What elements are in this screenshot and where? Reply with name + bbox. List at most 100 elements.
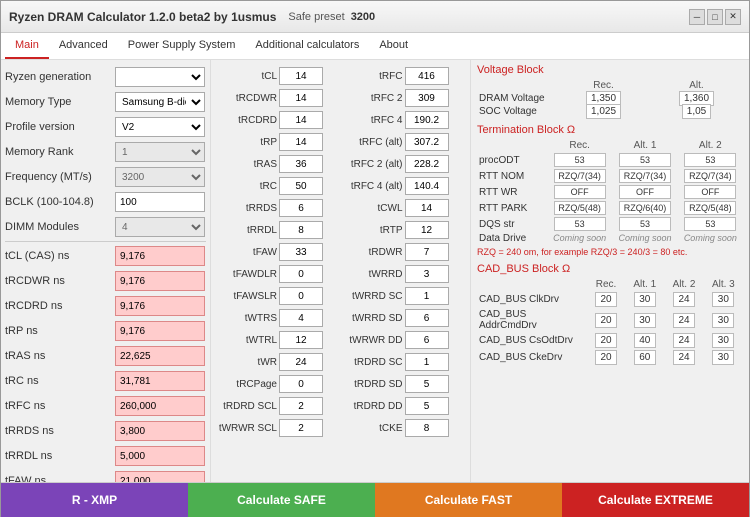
- timing-trcdrd: tRCDRD: [215, 110, 341, 130]
- ryzen-gen-select[interactable]: [115, 67, 205, 87]
- tab-about[interactable]: About: [369, 33, 418, 59]
- soc-volt-rec: 1,025: [586, 104, 621, 119]
- trfc4-alt-timing-input[interactable]: [405, 177, 449, 195]
- trfc2-timing-input[interactable]: [405, 89, 449, 107]
- timing-tcke: tCKE: [341, 418, 467, 438]
- dqs-str-row: DQS str 53 53 53: [477, 216, 743, 232]
- right-panel: Voltage Block Rec. Alt. DRAM Voltage 1,3…: [471, 60, 749, 482]
- twrwr-dd-timing-input[interactable]: [405, 331, 449, 349]
- trcdwr-input[interactable]: [115, 271, 205, 291]
- cad-header-alt3: Alt. 3: [704, 278, 743, 291]
- memory-rank-row: Memory Rank 1: [5, 141, 206, 163]
- trfc-timing-input[interactable]: [405, 67, 449, 85]
- bclk-label: BCLK (100-104.8): [5, 196, 115, 208]
- cad-clkdrv-alt3: 30: [712, 292, 734, 307]
- trdrd-scl-timing-input[interactable]: [279, 397, 323, 415]
- trcdrd-timing-input[interactable]: [279, 111, 323, 129]
- trfc-label: tRFC ns: [5, 400, 115, 412]
- profile-version-select[interactable]: V2: [115, 117, 205, 137]
- trc-timing-input[interactable]: [279, 177, 323, 195]
- voltage-table: Rec. Alt. DRAM Voltage 1,350 1,360 SOC V…: [477, 79, 743, 118]
- rxmp-button[interactable]: R - XMP: [1, 483, 188, 517]
- tras-input[interactable]: [115, 346, 205, 366]
- title-controls: ─ □ ✕: [689, 9, 741, 25]
- tcl-timing-input[interactable]: [279, 67, 323, 85]
- timing-trfc4: tRFC 4: [341, 110, 467, 130]
- tcke-timing-input[interactable]: [405, 419, 449, 437]
- procodt-row: procODT 53 53 53: [477, 152, 743, 168]
- trrdl-input[interactable]: [115, 446, 205, 466]
- trcpage-timing-input[interactable]: [279, 375, 323, 393]
- tcl-input[interactable]: [115, 246, 205, 266]
- tab-advanced[interactable]: Advanced: [49, 33, 118, 59]
- cad-csodt-row: CAD_BUS CsOdtDrv 20 40 24 30: [477, 332, 743, 349]
- trrdl-timing-input[interactable]: [279, 221, 323, 239]
- soc-voltage-label: SOC Voltage: [477, 105, 557, 118]
- trrds-timing-input[interactable]: [279, 199, 323, 217]
- tfaw-input[interactable]: [115, 471, 205, 482]
- data-drive-row: Data Drive Coming soon Coming soon Comin…: [477, 232, 743, 245]
- frequency-select[interactable]: 3200: [115, 167, 205, 187]
- trp-timing-input[interactable]: [279, 133, 323, 151]
- calculate-extreme-button[interactable]: Calculate EXTREME: [562, 483, 749, 517]
- tab-additional[interactable]: Additional calculators: [245, 33, 369, 59]
- ryzen-gen-label: Ryzen generation: [5, 71, 115, 83]
- calculate-safe-button[interactable]: Calculate SAFE: [188, 483, 375, 517]
- trfc-alt-timing-input[interactable]: [405, 133, 449, 151]
- bclk-input[interactable]: [115, 192, 205, 212]
- trdrd-sd-timing-input[interactable]: [405, 375, 449, 393]
- timing-tcl: tCL: [215, 66, 341, 86]
- maximize-button[interactable]: □: [707, 9, 723, 25]
- cad-csodt-alt1: 40: [634, 333, 656, 348]
- memory-type-select[interactable]: Samsung B-die: [115, 92, 205, 112]
- tras-label: tRAS ns: [5, 350, 115, 362]
- memory-rank-select[interactable]: 1: [115, 142, 205, 162]
- cad-addrcmd-alt1: 30: [634, 313, 656, 328]
- cad-clkdrv-rec: 20: [595, 292, 617, 307]
- trtp-timing-input[interactable]: [405, 221, 449, 239]
- trc-input[interactable]: [115, 371, 205, 391]
- cad-csodt-rec: 20: [595, 333, 617, 348]
- cad-ckedrv-rec: 20: [595, 350, 617, 365]
- tab-power-supply[interactable]: Power Supply System: [118, 33, 246, 59]
- tfaw-timing-input[interactable]: [279, 243, 323, 261]
- twtrl-timing-input[interactable]: [279, 331, 323, 349]
- twr-timing-input[interactable]: [279, 353, 323, 371]
- trdwr-timing-input[interactable]: [405, 243, 449, 261]
- twrrd-sd-timing-input[interactable]: [405, 309, 449, 327]
- trdrd-sc-timing-input[interactable]: [405, 353, 449, 371]
- trrds-input[interactable]: [115, 421, 205, 441]
- twtrs-timing-input[interactable]: [279, 309, 323, 327]
- tab-main[interactable]: Main: [5, 33, 49, 59]
- close-button[interactable]: ✕: [725, 9, 741, 25]
- timing-twtrs: tWTRS: [215, 308, 341, 328]
- trp-input[interactable]: [115, 321, 205, 341]
- tfaw-row: tFAW ns: [5, 470, 206, 482]
- dimm-modules-select[interactable]: 4: [115, 217, 205, 237]
- trcdwr-timing-input[interactable]: [279, 89, 323, 107]
- tfawdlr-timing-input[interactable]: [279, 265, 323, 283]
- tfawslr-timing-input[interactable]: [279, 287, 323, 305]
- trfc4-timing-input[interactable]: [405, 111, 449, 129]
- bclk-row: BCLK (100-104.8): [5, 191, 206, 213]
- twrrd-timing-input[interactable]: [405, 265, 449, 283]
- left-panel: Ryzen generation Memory Type Samsung B-d…: [1, 60, 211, 482]
- trcdrd-input[interactable]: [115, 296, 205, 316]
- tras-timing-input[interactable]: [279, 155, 323, 173]
- twrwr-scl-timing-input[interactable]: [279, 419, 323, 437]
- safe-preset-area: Safe preset 3200: [288, 11, 375, 23]
- rtt-nom-row: RTT NOM RZQ/7(34) RZQ/7(34) RZQ/7(34): [477, 168, 743, 184]
- timing-twrwr-scl: tWRWR SCL: [215, 418, 341, 438]
- calculate-fast-button[interactable]: Calculate FAST: [375, 483, 562, 517]
- window-title: Ryzen DRAM Calculator 1.2.0 beta2 by 1us…: [9, 10, 276, 24]
- rtt-nom-rec: RZQ/7(34): [554, 169, 606, 183]
- tcwl-timing-input[interactable]: [405, 199, 449, 217]
- trdrd-dd-timing-input[interactable]: [405, 397, 449, 415]
- timing-trtp: tRTP: [341, 220, 467, 240]
- twrrd-sc-timing-input[interactable]: [405, 287, 449, 305]
- trfc-input[interactable]: [115, 396, 205, 416]
- timing-trfc2: tRFC 2: [341, 88, 467, 108]
- trfc2-alt-timing-input[interactable]: [405, 155, 449, 173]
- minimize-button[interactable]: ─: [689, 9, 705, 25]
- rtt-park-row: RTT PARK RZQ/5(48) RZQ/6(40) RZQ/5(48): [477, 200, 743, 216]
